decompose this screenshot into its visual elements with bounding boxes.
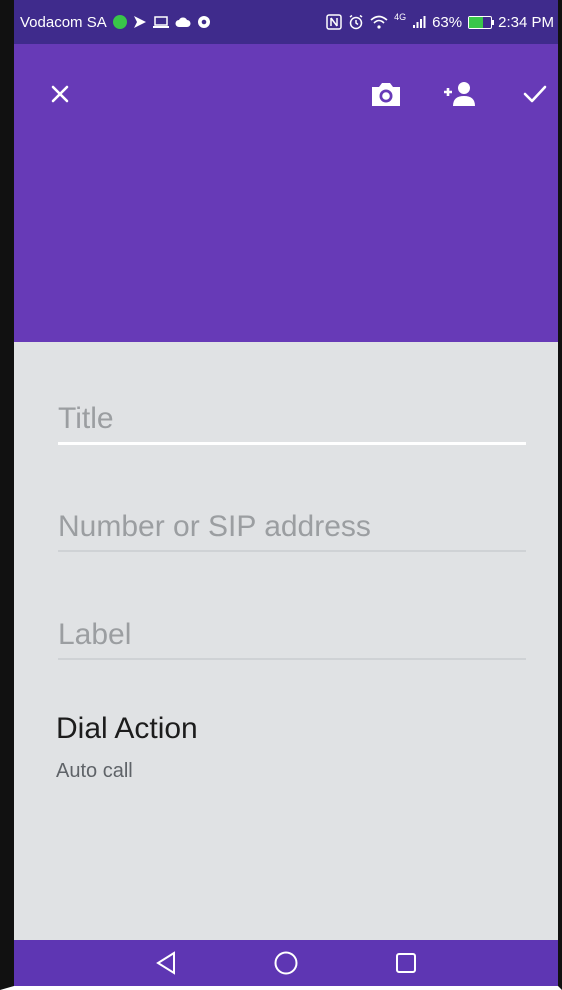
status-bar: Vodacom SA 4G 63% 2:34 PM <box>14 0 558 44</box>
save-button[interactable] <box>514 74 556 114</box>
label-input[interactable]: Label <box>58 618 526 658</box>
alarm-icon <box>349 14 363 30</box>
app-bar <box>14 44 558 342</box>
signal-icon <box>413 16 426 28</box>
cloud-icon <box>175 17 191 27</box>
recents-button[interactable] <box>346 940 466 986</box>
battery-fill <box>469 16 483 28</box>
label-underline <box>58 658 526 660</box>
wifi-icon <box>370 15 388 29</box>
back-triangle-icon <box>156 951 175 975</box>
label-field[interactable]: Label <box>58 618 526 660</box>
network-type-label: 4G <box>394 12 407 22</box>
title-field[interactable]: Title <box>58 402 526 445</box>
battery-icon <box>468 15 495 29</box>
battery-percent: 63% <box>432 13 463 31</box>
carrier-label: Vodacom SA <box>20 13 107 31</box>
status-right: 4G 63% 2:34 PM <box>326 12 558 31</box>
number-underline <box>58 550 526 552</box>
home-button[interactable] <box>226 940 346 986</box>
camera-button[interactable] <box>364 74 408 114</box>
back-button[interactable] <box>106 940 226 986</box>
close-icon <box>51 85 69 103</box>
close-button[interactable] <box>40 74 80 114</box>
status-left: Vodacom SA <box>14 14 211 31</box>
laptop-icon <box>152 16 169 28</box>
check-icon <box>523 85 547 103</box>
recents-square-icon <box>396 953 416 973</box>
number-input[interactable]: Number or SIP address <box>58 510 526 550</box>
add-contact-button[interactable] <box>436 74 484 114</box>
clock-time: 2:34 PM <box>498 13 554 31</box>
home-circle-icon <box>274 951 298 975</box>
chrome-icon <box>197 16 210 28</box>
add-person-icon <box>444 82 475 106</box>
title-input[interactable]: Title <box>58 402 526 442</box>
green-dot-icon <box>112 15 127 29</box>
navigation-bar <box>14 940 558 986</box>
title-underline <box>58 442 526 445</box>
camera-icon <box>372 83 400 106</box>
number-field[interactable]: Number or SIP address <box>58 510 526 552</box>
content-area: Title Number or SIP address Label Dial A… <box>14 342 558 940</box>
send-icon <box>133 16 146 28</box>
dial-action-title[interactable]: Dial Action <box>56 712 198 746</box>
nfc-icon <box>326 14 342 30</box>
dial-action-value[interactable]: Auto call <box>56 760 133 783</box>
